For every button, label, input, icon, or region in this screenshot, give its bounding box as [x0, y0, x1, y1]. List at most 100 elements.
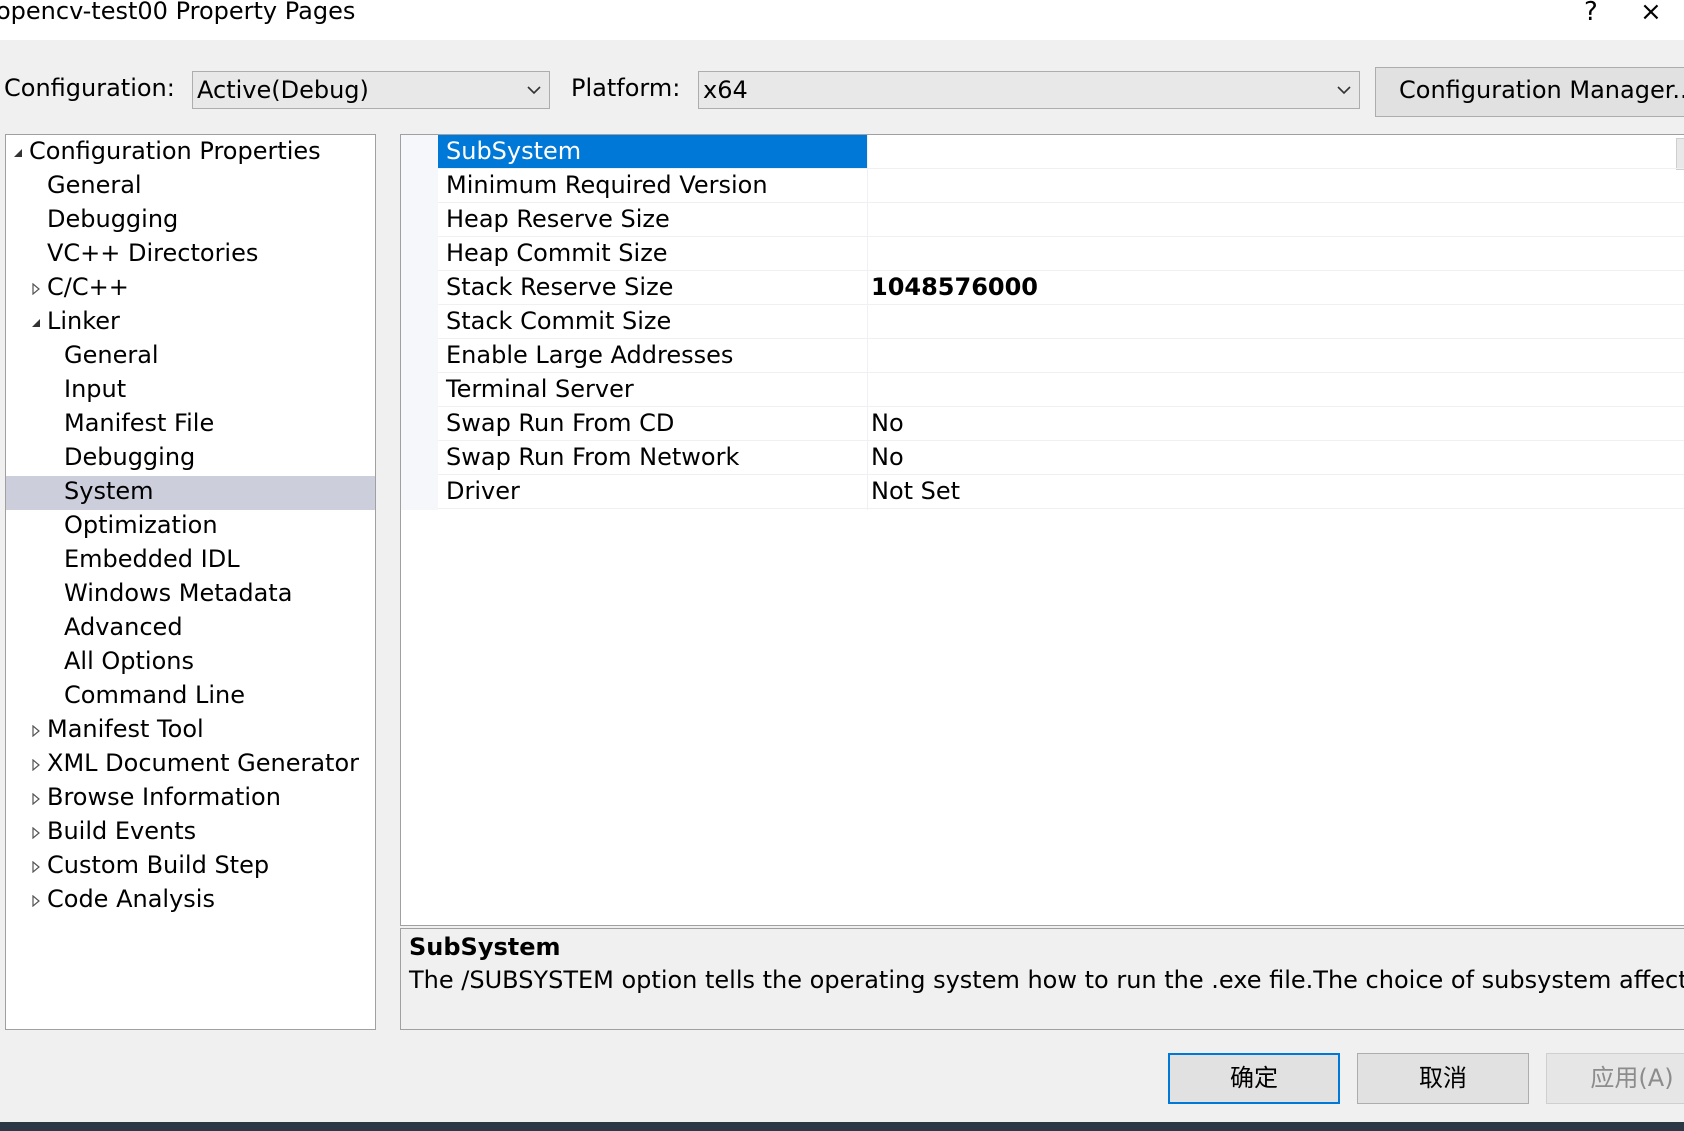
grid-row-driver[interactable]: Driver Not Set	[438, 475, 1684, 509]
tree-item-label: Browse Information	[47, 783, 281, 811]
platform-label: Platform:	[571, 74, 681, 102]
collapsed-triangle-icon[interactable]	[30, 895, 42, 907]
tree-item-label: Manifest File	[64, 409, 215, 437]
property-name: Swap Run From CD	[446, 409, 675, 437]
tree-item-debugging[interactable]: Debugging	[6, 204, 375, 238]
tree-item-label: Configuration Properties	[29, 137, 321, 165]
close-button[interactable]: ×	[1640, 0, 1662, 27]
tree-item-advanced[interactable]: Advanced	[6, 612, 375, 646]
collapsed-triangle-icon[interactable]	[30, 283, 42, 295]
property-name: Heap Commit Size	[446, 239, 668, 267]
title-bar: opencv-test00 Property Pages ? ×	[0, 0, 1684, 40]
taskbar-edge	[0, 1122, 1684, 1131]
configuration-manager-button[interactable]: Configuration Manager...	[1375, 67, 1684, 117]
platform-value: x64	[703, 76, 748, 104]
description-title: SubSystem	[409, 933, 561, 961]
tree-item-build-events[interactable]: Build Events	[6, 816, 375, 850]
property-name: Minimum Required Version	[446, 171, 768, 199]
tree-item-label: Optimization	[64, 511, 218, 539]
configuration-dropdown[interactable]: Active(Debug)	[192, 71, 550, 109]
tree-item-label: Debugging	[64, 443, 196, 471]
tree-item-system[interactable]: System	[6, 476, 375, 510]
property-name: Stack Commit Size	[446, 307, 672, 335]
tree-item-label: XML Document Generator	[47, 749, 359, 777]
tree-item-linker[interactable]: Linker	[6, 306, 375, 340]
tree-item-command-line[interactable]: Command Line	[6, 680, 375, 714]
property-name: Driver	[446, 477, 520, 505]
configuration-label: Configuration:	[4, 74, 175, 102]
tree-item-label: General	[47, 171, 142, 199]
tree-item-code-analysis[interactable]: Code Analysis	[6, 884, 375, 918]
tree-item-label: Custom Build Step	[47, 851, 270, 879]
chevron-down-icon	[1337, 86, 1351, 95]
tree-item-manifest-tool[interactable]: Manifest Tool	[6, 714, 375, 748]
tree-item-browse-information[interactable]: Browse Information	[6, 782, 375, 816]
description-pane: SubSystem The /SUBSYSTEM option tells th…	[400, 928, 1684, 1030]
window-title: opencv-test00 Property Pages	[0, 0, 356, 25]
expanded-triangle-icon[interactable]	[12, 147, 24, 159]
ok-button[interactable]: 确定	[1168, 1053, 1340, 1104]
grid-row-stack-commit-size[interactable]: Stack Commit Size	[438, 305, 1684, 339]
tree-item-debugging[interactable]: Debugging	[6, 442, 375, 476]
expanded-triangle-icon[interactable]	[30, 317, 42, 329]
tree-item-label: Debugging	[47, 205, 179, 233]
apply-button[interactable]: 应用(A)	[1546, 1053, 1684, 1104]
tree-item-custom-build-step[interactable]: Custom Build Step	[6, 850, 375, 884]
description-text: The /SUBSYSTEM option tells the operatin…	[409, 966, 1684, 994]
property-name: Stack Reserve Size	[446, 273, 674, 301]
property-name: Swap Run From Network	[446, 443, 740, 471]
tree-item-all-options[interactable]: All Options	[6, 646, 375, 680]
tree-item-configuration-properties[interactable]: Configuration Properties	[6, 136, 375, 170]
collapsed-triangle-icon[interactable]	[30, 759, 42, 771]
grid-row-heap-reserve-size[interactable]: Heap Reserve Size	[438, 203, 1684, 237]
platform-dropdown[interactable]: x64	[698, 71, 1360, 109]
grid-row-swap-run-from-network[interactable]: Swap Run From Network No	[438, 441, 1684, 475]
grid-row-minimum-required-version[interactable]: Minimum Required Version	[438, 169, 1684, 203]
tree-item-label: General	[64, 341, 159, 369]
tree-item-label: Build Events	[47, 817, 197, 845]
tree-item-label: C/C++	[47, 273, 129, 301]
collapsed-triangle-icon[interactable]	[30, 827, 42, 839]
help-button[interactable]: ?	[1584, 0, 1598, 27]
tree-item-label: Windows Metadata	[64, 579, 293, 607]
chevron-down-icon	[527, 86, 541, 95]
property-value[interactable]: Not Set	[871, 477, 960, 505]
tree-item-label: VC++ Directories	[47, 239, 259, 267]
property-value[interactable]: 1048576000	[871, 273, 1038, 301]
property-name: Heap Reserve Size	[446, 205, 670, 233]
tree-item-c-c[interactable]: C/C++	[6, 272, 375, 306]
collapsed-triangle-icon[interactable]	[30, 861, 42, 873]
grid-row-subsystem[interactable]: SubSystem	[438, 135, 1684, 169]
tree-item-windows-metadata[interactable]: Windows Metadata	[6, 578, 375, 612]
tree-item-xml-document-generator[interactable]: XML Document Generator	[6, 748, 375, 782]
tree-item-embedded-idl[interactable]: Embedded IDL	[6, 544, 375, 578]
grid-margin	[401, 135, 438, 510]
tree-item-manifest-file[interactable]: Manifest File	[6, 408, 375, 442]
configuration-manager-label: Configuration Manager...	[1399, 76, 1684, 104]
tree-item-label: Input	[64, 375, 127, 403]
tree-item-vc-directories[interactable]: VC++ Directories	[6, 238, 375, 272]
property-tree[interactable]: Configuration Properties General Debugging…	[5, 134, 376, 1030]
grid-row-terminal-server[interactable]: Terminal Server	[438, 373, 1684, 407]
grid-row-stack-reserve-size[interactable]: Stack Reserve Size 1048576000	[438, 271, 1684, 305]
tree-item-general[interactable]: General	[6, 340, 375, 374]
grid-row-swap-run-from-cd[interactable]: Swap Run From CD No	[438, 407, 1684, 441]
tree-item-optimization[interactable]: Optimization	[6, 510, 375, 544]
collapsed-triangle-icon[interactable]	[30, 793, 42, 805]
property-name: Terminal Server	[446, 375, 634, 403]
configuration-value: Active(Debug)	[197, 76, 369, 104]
tree-item-label: System	[64, 477, 154, 505]
tree-item-input[interactable]: Input	[6, 374, 375, 408]
property-value[interactable]: No	[871, 409, 904, 437]
tree-item-label: Code Analysis	[47, 885, 215, 913]
property-grid[interactable]: SubSystem Minimum Required Version Heap Re…	[400, 134, 1684, 926]
property-value[interactable]: No	[871, 443, 904, 471]
cancel-button[interactable]: 取消	[1357, 1053, 1529, 1104]
collapsed-triangle-icon[interactable]	[30, 725, 42, 737]
grid-row-enable-large-addresses[interactable]: Enable Large Addresses	[438, 339, 1684, 373]
tree-item-label: All Options	[64, 647, 194, 675]
tree-item-label: Command Line	[64, 681, 245, 709]
property-name: SubSystem	[438, 135, 867, 168]
grid-row-heap-commit-size[interactable]: Heap Commit Size	[438, 237, 1684, 271]
tree-item-general[interactable]: General	[6, 170, 375, 204]
